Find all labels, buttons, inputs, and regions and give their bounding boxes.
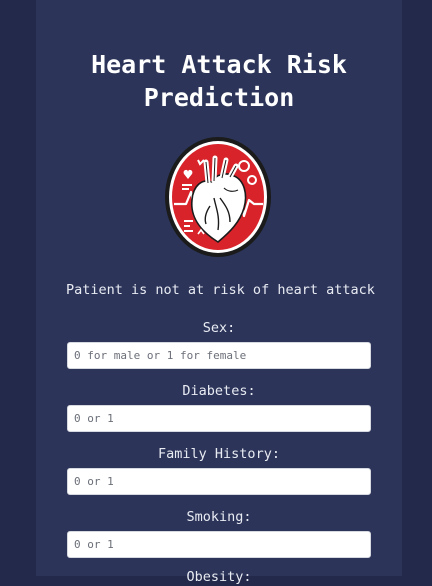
sex-input[interactable]	[67, 342, 371, 369]
family-history-label: Family History:	[158, 446, 280, 462]
page-title: Heart Attack Risk Prediction	[91, 50, 347, 112]
smoking-label: Smoking:	[186, 509, 252, 525]
sex-label: Sex:	[202, 320, 236, 336]
obesity-label: Obesity:	[186, 569, 252, 585]
prediction-result: Patient is not at risk of heart attack	[66, 282, 375, 298]
diabetes-label: Diabetes:	[182, 383, 256, 399]
smoking-input[interactable]	[67, 531, 371, 558]
diabetes-input[interactable]	[67, 405, 371, 432]
heart-ekg-logo-icon	[165, 137, 271, 257]
form-panel: Heart Attack Risk Prediction Patient is …	[36, 0, 402, 585]
family-history-input[interactable]	[67, 468, 371, 495]
